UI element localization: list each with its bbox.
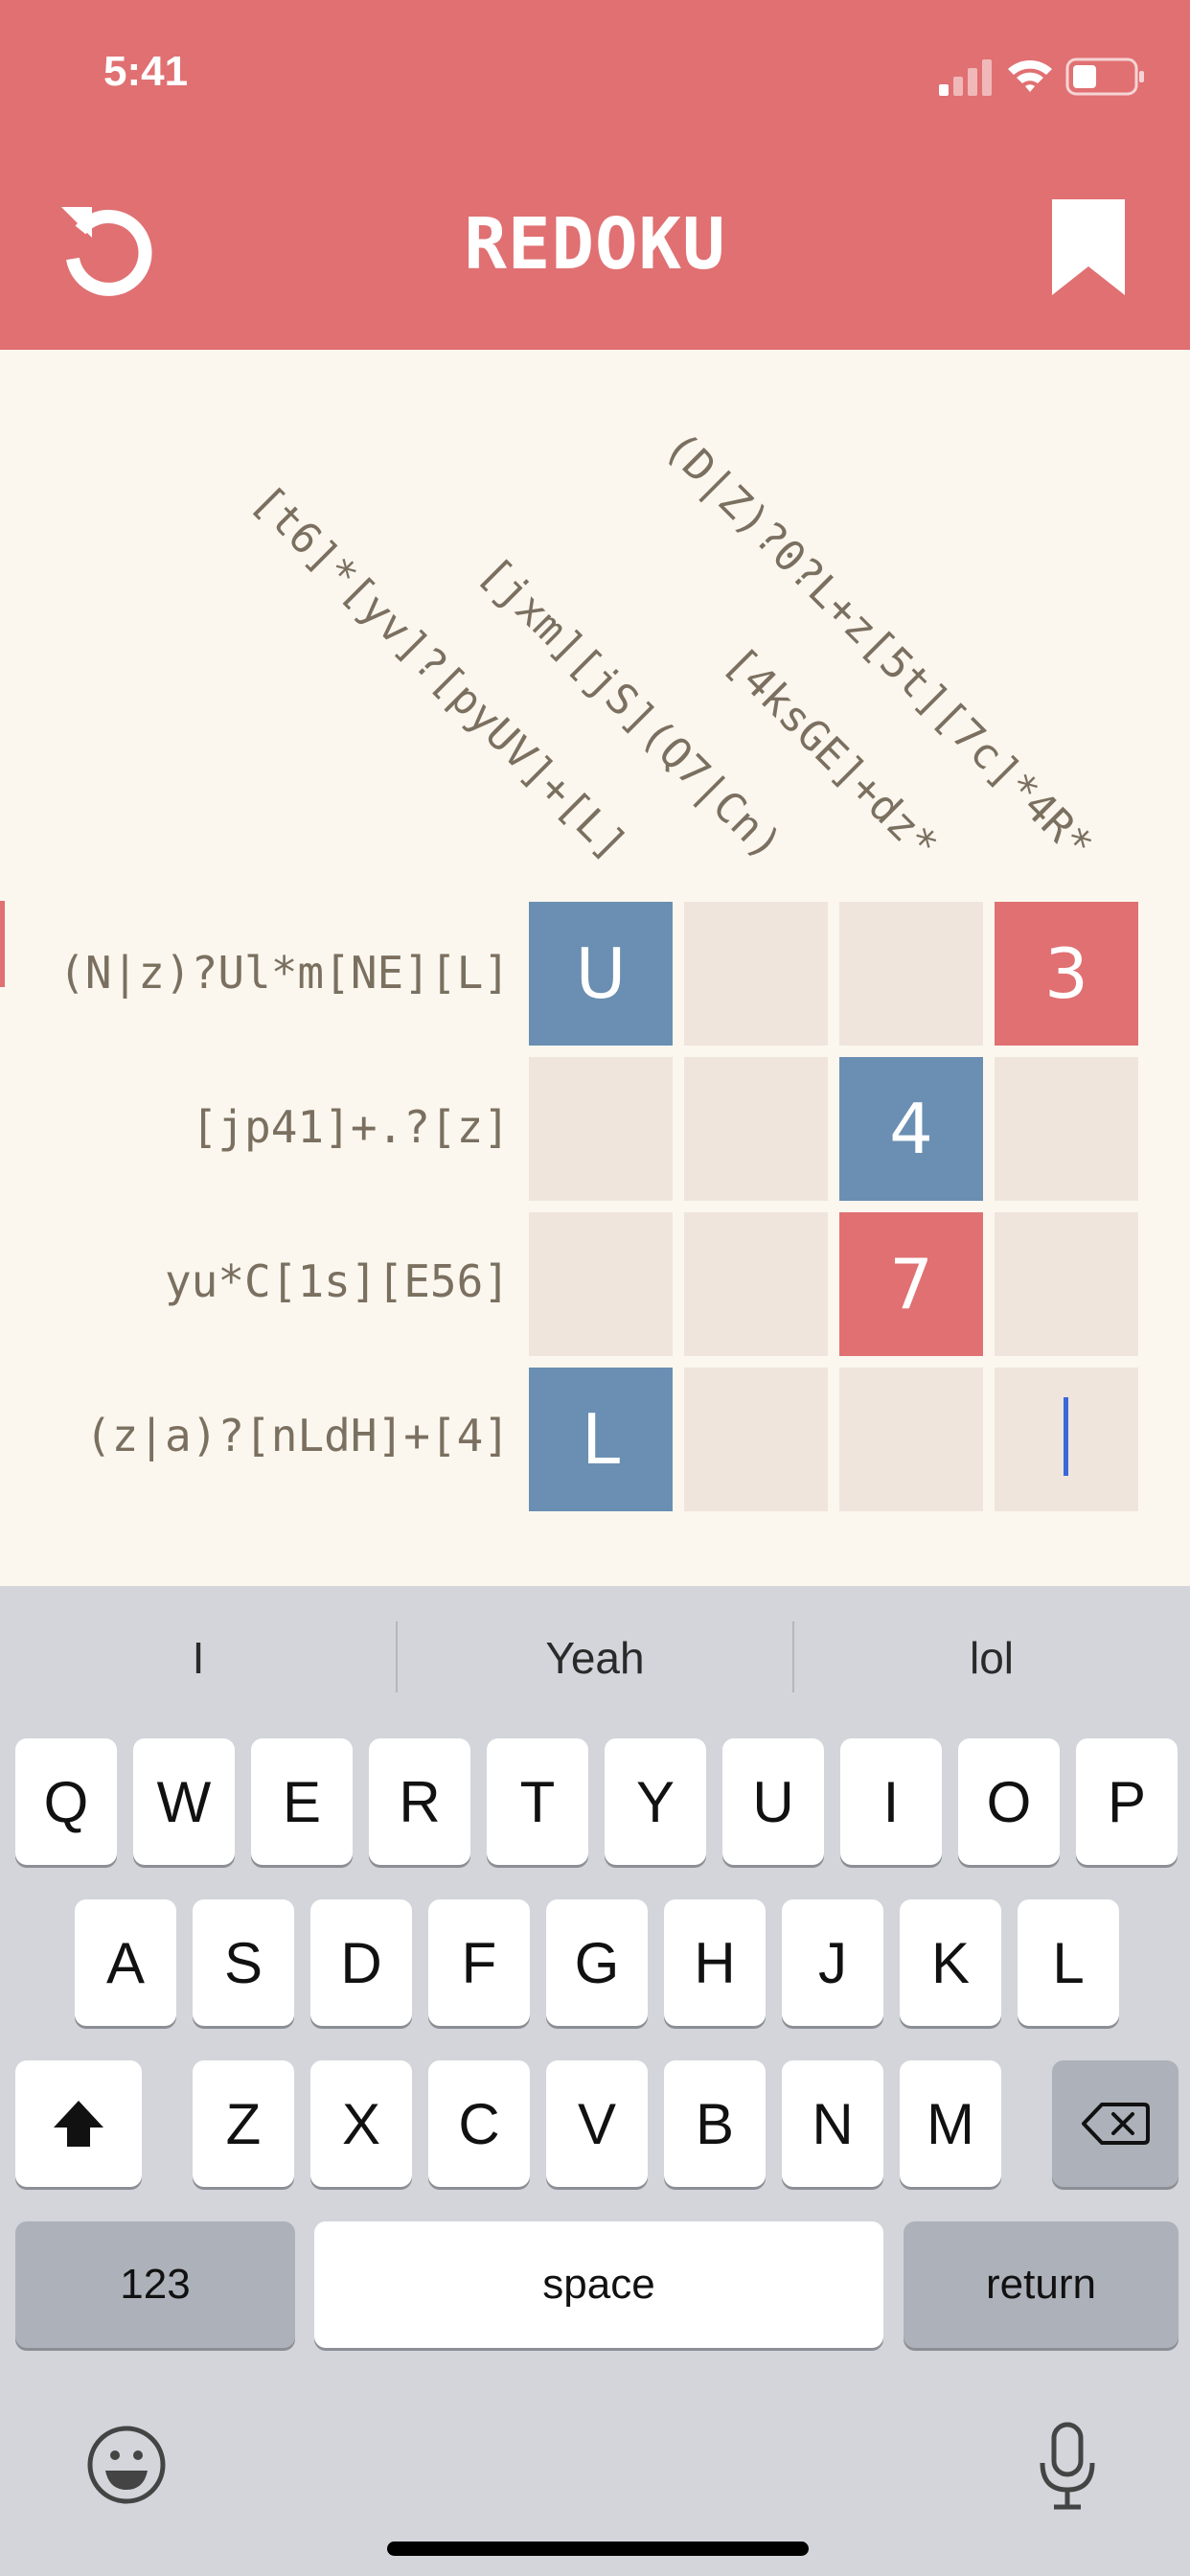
row-clue-4: (z|a)?[nLdH]+[4] (84, 1410, 510, 1461)
key-r[interactable]: R (369, 1738, 470, 1865)
column-clue-2: [jxm][jS](Q7|Cn) (469, 547, 792, 870)
key-h[interactable]: H (664, 1899, 766, 2026)
numbers-key[interactable]: 123 (15, 2221, 295, 2348)
key-z[interactable]: Z (193, 2060, 294, 2187)
key-b[interactable]: B (664, 2060, 766, 2187)
status-time: 5:41 (103, 48, 189, 95)
key-x[interactable]: X (310, 2060, 412, 2187)
key-g[interactable]: G (546, 1899, 648, 2026)
home-indicator[interactable] (387, 2542, 809, 2556)
wifi-icon (1008, 60, 1052, 92)
row-clue-2: [jp41]+.?[z] (191, 1101, 510, 1153)
shift-icon (54, 2101, 103, 2147)
row-clue-3: yu*C[1s][E56] (164, 1255, 510, 1307)
battery-icon (1065, 58, 1144, 96)
key-o[interactable]: O (958, 1738, 1060, 1865)
grid-cell[interactable] (529, 1057, 673, 1201)
grid-cell[interactable] (995, 1212, 1138, 1356)
key-q[interactable]: Q (15, 1738, 117, 1865)
app-title: REDOKU (464, 203, 726, 286)
key-w[interactable]: W (133, 1738, 235, 1865)
bookmark-icon[interactable] (1052, 199, 1125, 295)
text-cursor (1064, 1397, 1068, 1476)
key-k[interactable]: K (900, 1899, 1001, 2026)
grid-cell[interactable] (684, 902, 828, 1046)
key-y[interactable]: Y (605, 1738, 706, 1865)
key-f[interactable]: F (428, 1899, 530, 2026)
key-l[interactable]: L (1018, 1899, 1119, 2026)
key-a[interactable]: A (75, 1899, 176, 2026)
grid-cell[interactable] (995, 1057, 1138, 1201)
grid-cell[interactable] (684, 1057, 828, 1201)
key-m[interactable]: M (900, 2060, 1001, 2187)
delete-key[interactable] (1052, 2060, 1179, 2187)
grid-cell[interactable]: L (529, 1368, 673, 1511)
row-indicator (0, 901, 5, 987)
backspace-icon (1082, 2103, 1150, 2145)
key-d[interactable]: D (310, 1899, 412, 2026)
key-p[interactable]: P (1076, 1738, 1178, 1865)
suggestion-1[interactable]: I (0, 1620, 397, 1696)
shift-key[interactable] (15, 2060, 142, 2187)
grid-cell[interactable]: 7 (839, 1212, 983, 1356)
key-s[interactable]: S (193, 1899, 294, 2026)
grid-cell[interactable] (839, 902, 983, 1046)
key-t[interactable]: T (487, 1738, 588, 1865)
cellular-signal-icon (939, 59, 992, 96)
microphone-icon[interactable] (1037, 2421, 1098, 2513)
emoji-icon[interactable] (86, 2425, 167, 2505)
key-v[interactable]: V (546, 2060, 648, 2187)
return-key[interactable]: return (904, 2221, 1179, 2348)
key-i[interactable]: I (840, 1738, 942, 1865)
key-n[interactable]: N (782, 2060, 883, 2187)
key-u[interactable]: U (722, 1738, 824, 1865)
key-e[interactable]: E (251, 1738, 353, 1865)
row-clue-1: (N|z)?Ul*m[NE][L] (58, 947, 510, 999)
grid-cell[interactable] (684, 1212, 828, 1356)
key-j[interactable]: J (782, 1899, 883, 2026)
key-c[interactable]: C (428, 2060, 530, 2187)
grid-cell[interactable]: U (529, 902, 673, 1046)
suggestion-3[interactable]: lol (793, 1620, 1190, 1696)
suggestion-2[interactable]: Yeah (397, 1620, 793, 1696)
space-key[interactable]: space (314, 2221, 883, 2348)
grid-cell[interactable] (839, 1368, 983, 1511)
grid-cell[interactable] (529, 1212, 673, 1356)
grid-cell[interactable] (684, 1368, 828, 1511)
grid-cell[interactable]: 3 (995, 902, 1138, 1046)
grid-cell[interactable]: 4 (839, 1057, 983, 1201)
